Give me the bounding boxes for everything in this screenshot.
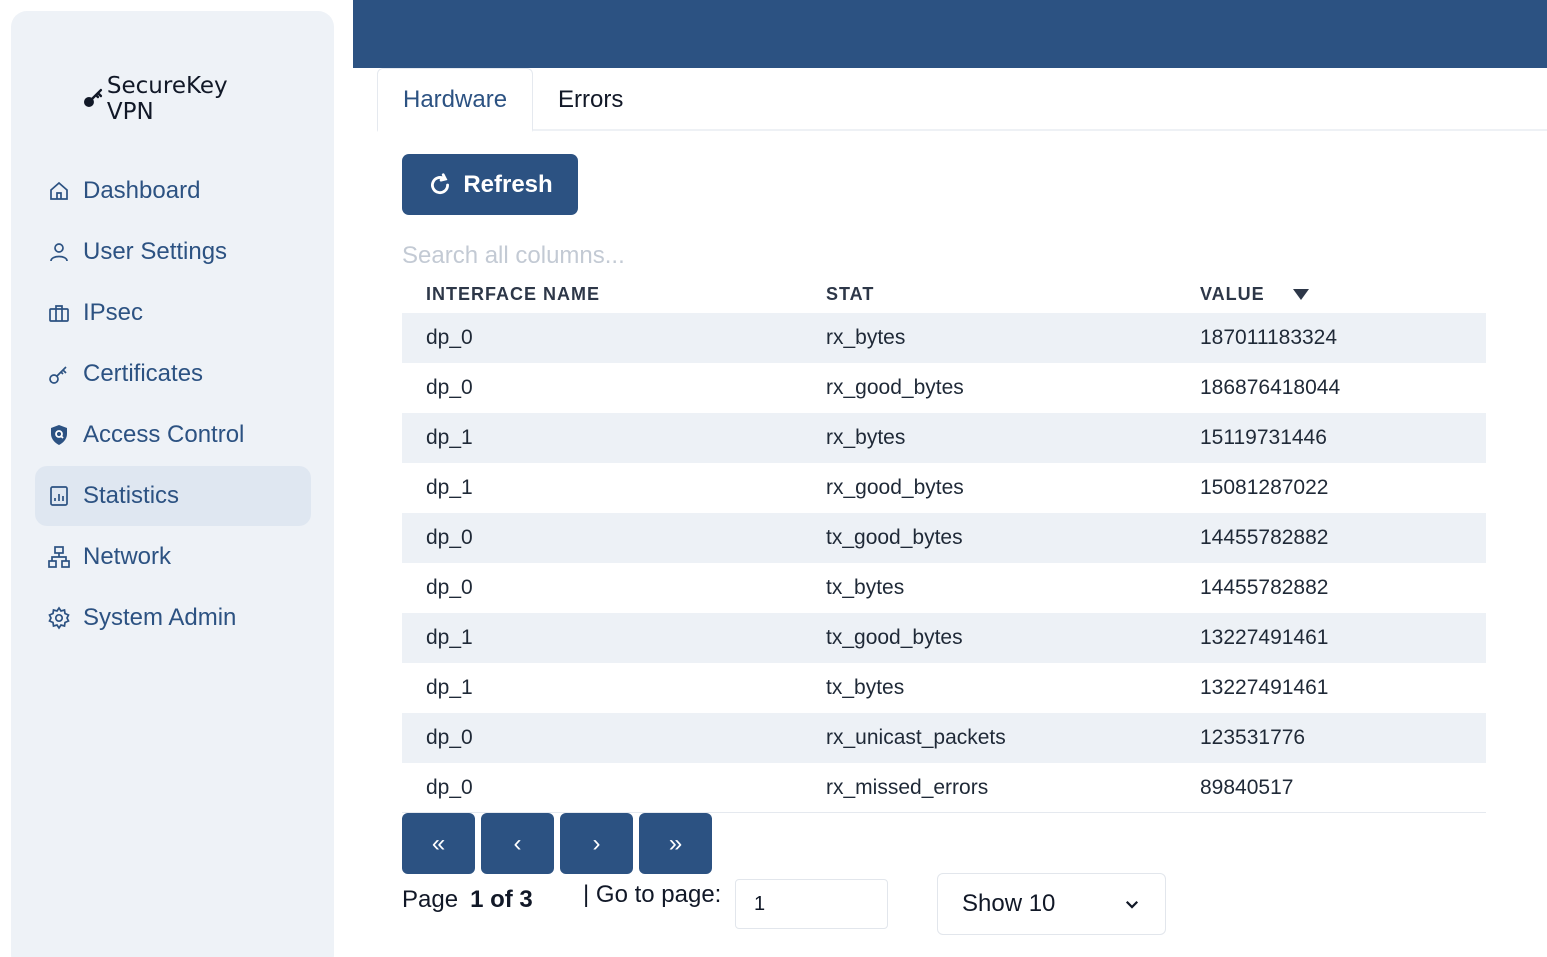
sidebar-item-label: Network <box>83 543 172 570</box>
cell-interface-name: dp_0 <box>426 576 473 599</box>
first-page-button[interactable]: « <box>402 813 475 874</box>
sidebar-item-label: IPsec <box>83 299 144 326</box>
search-input[interactable] <box>402 236 1002 276</box>
chart-icon <box>50 486 68 506</box>
cell-value: 13227491461 <box>1200 626 1329 649</box>
refresh-button[interactable]: Refresh <box>402 154 578 215</box>
stats-table: INTERFACE NAME STAT VALUE dp_0 rx_bytes … <box>402 275 1486 813</box>
cell-value: 14455782882 <box>1200 576 1329 599</box>
column-header-value-label: VALUE <box>1200 283 1265 304</box>
sidebar-item-label: User Settings <box>83 238 228 265</box>
cell-value: 186876418044 <box>1200 376 1341 399</box>
column-header-interface-name[interactable]: INTERFACE NAME <box>426 284 600 305</box>
sidebar-item-label: Dashboard <box>83 177 201 204</box>
cell-value: 15119731446 <box>1200 426 1327 449</box>
table-row: dp_1 rx_bytes 15119731446 <box>402 413 1486 463</box>
cell-value: 123531776 <box>1200 726 1306 749</box>
user-icon <box>50 243 68 262</box>
sidebar-item-access-control[interactable]: Access Control <box>35 405 311 465</box>
table-row: dp_0 rx_good_bytes 186876418044 <box>402 363 1486 413</box>
cell-interface-name: dp_1 <box>426 676 473 699</box>
cell-stat: rx_good_bytes <box>826 376 964 399</box>
sidebar-item-user-settings[interactable]: User Settings <box>35 222 311 282</box>
cell-stat: tx_good_bytes <box>826 626 963 649</box>
cell-interface-name: dp_0 <box>426 726 473 749</box>
cell-value: 187011183324 <box>1200 326 1338 349</box>
home-icon <box>50 181 68 200</box>
sidebar-item-label: Statistics <box>83 482 180 509</box>
table-row: dp_1 rx_good_bytes 15081287022 <box>402 463 1486 513</box>
sidebar-item-statistics[interactable]: Statistics <box>35 466 311 526</box>
stats-tabs: Hardware Errors <box>377 68 1547 132</box>
cell-value: 13227491461 <box>1200 676 1329 699</box>
goto-page-input[interactable] <box>735 879 888 929</box>
tab-errors[interactable]: Errors <box>533 68 648 131</box>
cell-interface-name: dp_1 <box>426 476 473 499</box>
briefcase-icon <box>49 305 69 322</box>
last-page-button[interactable]: » <box>639 813 712 874</box>
next-page-button[interactable]: › <box>560 813 633 874</box>
cell-interface-name: dp_1 <box>426 426 473 449</box>
cell-stat: tx_good_bytes <box>826 526 963 549</box>
gear-icon <box>48 606 70 630</box>
sort-desc-icon <box>1292 289 1309 301</box>
goto-page-label: | Go to page: <box>583 881 722 908</box>
refresh-label: Refresh <box>463 170 553 198</box>
previous-page-button[interactable]: ‹ <box>481 813 554 874</box>
sidebar-item-network[interactable]: Network <box>35 527 311 587</box>
brand-name: SecureKey VPN <box>106 73 228 125</box>
column-header-value[interactable]: VALUE <box>1200 284 1309 305</box>
cell-stat: rx_bytes <box>826 326 906 349</box>
sidebar-item-certificates[interactable]: Certificates <box>35 344 311 404</box>
sidebar-item-label: System Admin <box>83 604 237 631</box>
tab-hardware[interactable]: Hardware <box>377 68 534 132</box>
table-row: dp_0 tx_bytes 14455782882 <box>402 563 1486 613</box>
sidebar-item-ipsec[interactable]: IPsec <box>35 283 311 343</box>
cell-stat: rx_missed_errors <box>826 775 989 799</box>
sidebar-item-label: Access Control <box>83 421 245 448</box>
cell-interface-name: dp_0 <box>426 526 473 549</box>
table-header: INTERFACE NAME STAT VALUE <box>402 275 1486 313</box>
cell-stat: tx_bytes <box>826 576 905 599</box>
table-row: dp_0 tx_good_bytes 14455782882 <box>402 513 1486 563</box>
page-label: Page <box>402 886 459 913</box>
column-header-stat[interactable]: STAT <box>826 284 874 305</box>
key-icon <box>49 366 67 384</box>
sidebar-nav: Dashboard User Settings IPsec Certificat… <box>35 161 311 649</box>
cell-interface-name: dp_0 <box>426 376 473 399</box>
cell-value: 14455782882 <box>1200 526 1329 549</box>
top-header-bar <box>353 0 1547 68</box>
sidebar-item-label: Certificates <box>83 360 204 387</box>
brand-logo[interactable]: SecureKey VPN <box>81 73 281 125</box>
sidebar: SecureKey VPN Dashboard User Settings IP… <box>11 11 334 957</box>
cell-value: 89840517 <box>1200 775 1294 799</box>
table-row: dp_1 tx_bytes 13227491461 <box>402 663 1486 713</box>
table-row: dp_1 tx_good_bytes 13227491461 <box>402 613 1486 663</box>
page-size-value: Show 10 <box>962 890 1056 917</box>
table-row: dp_0 rx_missed_errors 89840517 <box>402 763 1486 813</box>
cell-interface-name: dp_0 <box>426 326 473 349</box>
page-size-select[interactable]: Show 10 <box>937 873 1166 935</box>
shield-icon <box>51 425 67 445</box>
table-row: dp_0 rx_bytes 187011183324 <box>402 313 1486 363</box>
page-indicator: Page 1 of 3 <box>402 886 533 914</box>
key-icon <box>83 88 103 107</box>
sidebar-item-dashboard[interactable]: Dashboard <box>35 161 311 221</box>
table-row: dp_0 rx_unicast_packets 123531776 <box>402 713 1486 763</box>
network-icon <box>48 546 70 568</box>
page-status: 1 of 3 <box>470 886 533 913</box>
cell-value: 15081287022 <box>1200 476 1329 499</box>
cell-interface-name: dp_1 <box>426 626 473 649</box>
cell-stat: rx_bytes <box>826 426 906 449</box>
chevron-down-icon <box>1125 900 1139 909</box>
cell-stat: tx_bytes <box>826 676 905 699</box>
cell-interface-name: dp_0 <box>426 775 473 799</box>
cell-stat: rx_unicast_packets <box>826 726 1006 749</box>
sidebar-item-system-admin[interactable]: System Admin <box>35 588 311 648</box>
pagination-controls: « ‹ › » <box>402 813 712 874</box>
refresh-icon <box>431 172 450 194</box>
cell-stat: rx_good_bytes <box>826 476 964 499</box>
